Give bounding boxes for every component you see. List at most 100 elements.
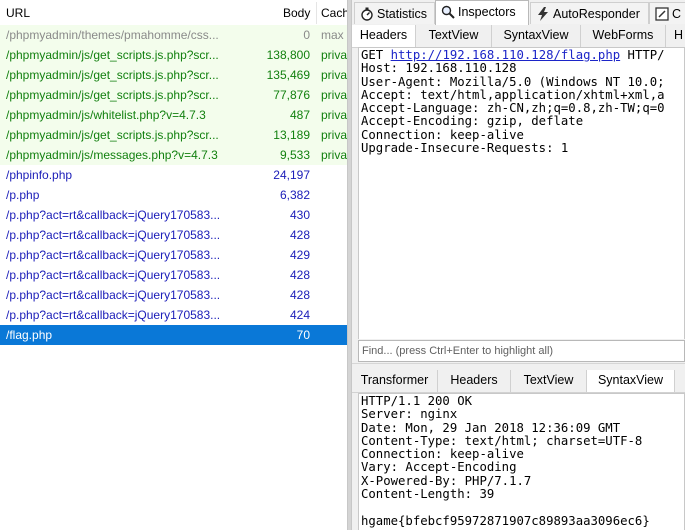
table-row[interactable]: /phpmyadmin/js/get_scripts.js.php?scr...…: [0, 45, 347, 65]
session-list-header: URL Body Cach: [0, 0, 347, 27]
row-url: /phpmyadmin/js/get_scripts.js.php?scr...: [6, 48, 219, 62]
response-line: Server: nginx: [361, 407, 458, 422]
response-tab-textview[interactable]: TextView: [511, 370, 587, 392]
request-url-link[interactable]: http://192.168.110.128/flag.php: [391, 48, 621, 62]
tab-statistics[interactable]: Statistics: [354, 2, 435, 24]
row-caching: priva: [321, 128, 347, 142]
response-line: Date: Mon, 29 Jan 2018 12:36:09 GMT: [361, 420, 621, 435]
row-body-size: 428: [289, 268, 310, 282]
request-header-line: Upgrade-Insecure-Requests: 1: [361, 141, 569, 156]
row-url: /p.php?act=rt&callback=jQuery170583...: [6, 268, 221, 282]
row-body-size: 0: [303, 28, 310, 42]
response-tab-syntaxview[interactable]: SyntaxView: [587, 370, 675, 392]
row-url: /p.php?act=rt&callback=jQuery170583...: [6, 228, 221, 242]
response-tab-transformer[interactable]: Transformer: [352, 370, 438, 392]
request-header-line: Host: 192.168.110.128: [361, 61, 517, 76]
row-body-size: 430: [289, 208, 310, 222]
table-row[interactable]: /p.php?act=rt&callback=jQuery170583... 42…: [0, 265, 347, 285]
tab-autoresponder[interactable]: AutoResponder: [530, 2, 649, 24]
request-header-line: Accept-Language: zh-CN,zh;q=0.8,zh-TW;q=…: [361, 101, 665, 116]
tab-inspectors[interactable]: Inspectors: [435, 0, 529, 26]
row-url: /phpmyadmin/js/get_scripts.js.php?scr...: [6, 68, 219, 82]
row-caching: priva: [321, 148, 347, 162]
row-url: /flag.php: [6, 328, 53, 342]
table-row-selected[interactable]: /flag.php 70: [0, 325, 347, 345]
request-tab-webforms[interactable]: WebForms: [581, 25, 666, 47]
row-body-size: 70: [296, 328, 310, 342]
table-row[interactable]: /p.php?act=rt&callback=jQuery170583... 42…: [0, 305, 347, 325]
column-header-caching[interactable]: Cach: [321, 0, 347, 26]
row-body-size: 24,197: [273, 168, 310, 182]
table-row[interactable]: /phpmyadmin/js/get_scripts.js.php?scr...…: [0, 85, 347, 105]
response-line: ​: [359, 501, 684, 514]
inspector-pane: Statistics Inspectors AutoResponder C He…: [352, 0, 685, 530]
magnifier-icon: [441, 5, 455, 19]
lightning-icon: [538, 7, 548, 21]
find-bar[interactable]: [358, 340, 685, 362]
row-url: /phpmyadmin/js/whitelist.php?v=4.7.3: [6, 108, 206, 122]
row-caching: max: [321, 28, 344, 42]
response-line: Content-Length: 39: [361, 487, 495, 502]
response-line: X-Powered-By: PHP/7.1.7: [361, 473, 532, 488]
request-tab-strip: Headers TextView SyntaxView WebForms H: [352, 25, 685, 48]
main-tab-strip: Statistics Inspectors AutoResponder C: [352, 0, 685, 26]
tab-statistics-label: Statistics: [377, 7, 428, 21]
response-raw-text[interactable]: HTTP/1.1 200 OK Server: nginx Date: Mon, 2…: [358, 393, 685, 530]
stopwatch-icon: [361, 7, 373, 21]
request-raw-text[interactable]: GET http://192.168.110.128/flag.php HTTP…: [358, 47, 685, 339]
column-divider[interactable]: [316, 2, 317, 24]
column-header-url[interactable]: URL: [6, 0, 30, 26]
request-method: GET: [361, 48, 391, 62]
row-url: /p.php?act=rt&callback=jQuery170583...: [6, 208, 221, 222]
table-row[interactable]: /p.php?act=rt&callback=jQuery170583... 42…: [0, 245, 347, 265]
row-caching: priva: [321, 88, 347, 102]
request-tab-syntaxview[interactable]: SyntaxView: [492, 25, 581, 47]
table-row[interactable]: /p.php?act=rt&callback=jQuery170583... 42…: [0, 225, 347, 245]
request-header-line: User-Agent: Mozilla/5.0 (Windows NT 10.0…: [361, 74, 672, 89]
request-tab-textview[interactable]: TextView: [416, 25, 492, 47]
session-list[interactable]: URL Body Cach /phpmyadmin/themes/pmahomm…: [0, 0, 347, 530]
session-rows: /phpmyadmin/themes/pmahomme/css... 0 max/p…: [0, 25, 347, 345]
response-line: Connection: keep-alive: [361, 447, 524, 462]
row-body-size: 77,876: [273, 88, 310, 102]
response-lines: HTTP/1.1 200 OK Server: nginx Date: Mon, 2…: [359, 394, 684, 528]
request-tab-headers[interactable]: Headers: [352, 25, 416, 47]
table-row[interactable]: /phpmyadmin/js/messages.php?v=4.7.3 9,533…: [0, 145, 347, 165]
response-line: Content-Type: text/html; charset=UTF-8: [361, 433, 643, 448]
table-row[interactable]: /phpmyadmin/js/get_scripts.js.php?scr...…: [0, 125, 347, 145]
row-url: /phpmyadmin/js/get_scripts.js.php?scr...: [6, 128, 219, 142]
row-caching: priva: [321, 48, 347, 62]
request-protocol: HTTP/: [620, 48, 665, 62]
table-row[interactable]: /phpmyadmin/js/get_scripts.js.php?scr...…: [0, 65, 347, 85]
table-row[interactable]: /phpmyadmin/js/whitelist.php?v=4.7.3 487 p…: [0, 105, 347, 125]
row-body-size: 6,382: [279, 188, 310, 202]
column-header-body[interactable]: Body: [283, 0, 310, 26]
request-header-line: Accept-Encoding: gzip, deflate: [361, 114, 584, 129]
table-row[interactable]: /phpmyadmin/themes/pmahomme/css... 0 max: [0, 25, 347, 45]
request-header-line: Connection: keep-alive: [361, 127, 524, 142]
row-body-size: 138,800: [266, 48, 310, 62]
response-line: Vary: Accept-Encoding: [361, 460, 517, 475]
response-tab-strip: Transformer Headers TextView SyntaxView: [352, 370, 685, 393]
table-row[interactable]: /p.php?act=rt&callback=jQuery170583... 43…: [0, 205, 347, 225]
row-body-size: 428: [289, 228, 310, 242]
request-headers: Host: 192.168.110.128 User-Agent: Mozilla…: [359, 61, 684, 156]
table-row[interactable]: /p.php 6,382: [0, 185, 347, 205]
row-caching: priva: [321, 108, 347, 122]
tab-composer[interactable]: C: [649, 2, 685, 24]
tab-inspectors-label: Inspectors: [458, 5, 516, 19]
request-tab-hexview[interactable]: H: [666, 25, 685, 47]
row-body-size: 487: [289, 108, 310, 122]
find-input[interactable]: [362, 342, 682, 360]
row-body-size: 9,533: [279, 148, 310, 162]
table-row[interactable]: /p.php?act=rt&callback=jQuery170583... 42…: [0, 285, 347, 305]
composer-icon: [655, 7, 669, 21]
request-line: GET http://192.168.110.128/flag.php HTTP…: [359, 48, 684, 62]
row-url: /p.php?act=rt&callback=jQuery170583...: [6, 288, 221, 302]
response-tab-headers[interactable]: Headers: [438, 370, 511, 392]
row-body-size: 13,189: [273, 128, 310, 142]
row-url: /phpmyadmin/js/get_scripts.js.php?scr...: [6, 88, 219, 102]
row-body-size: 428: [289, 288, 310, 302]
response-body-flag: hgame{bfebcf95972871907c89893aa3096ec6}: [361, 513, 650, 528]
table-row[interactable]: /phpinfo.php 24,197: [0, 165, 347, 185]
